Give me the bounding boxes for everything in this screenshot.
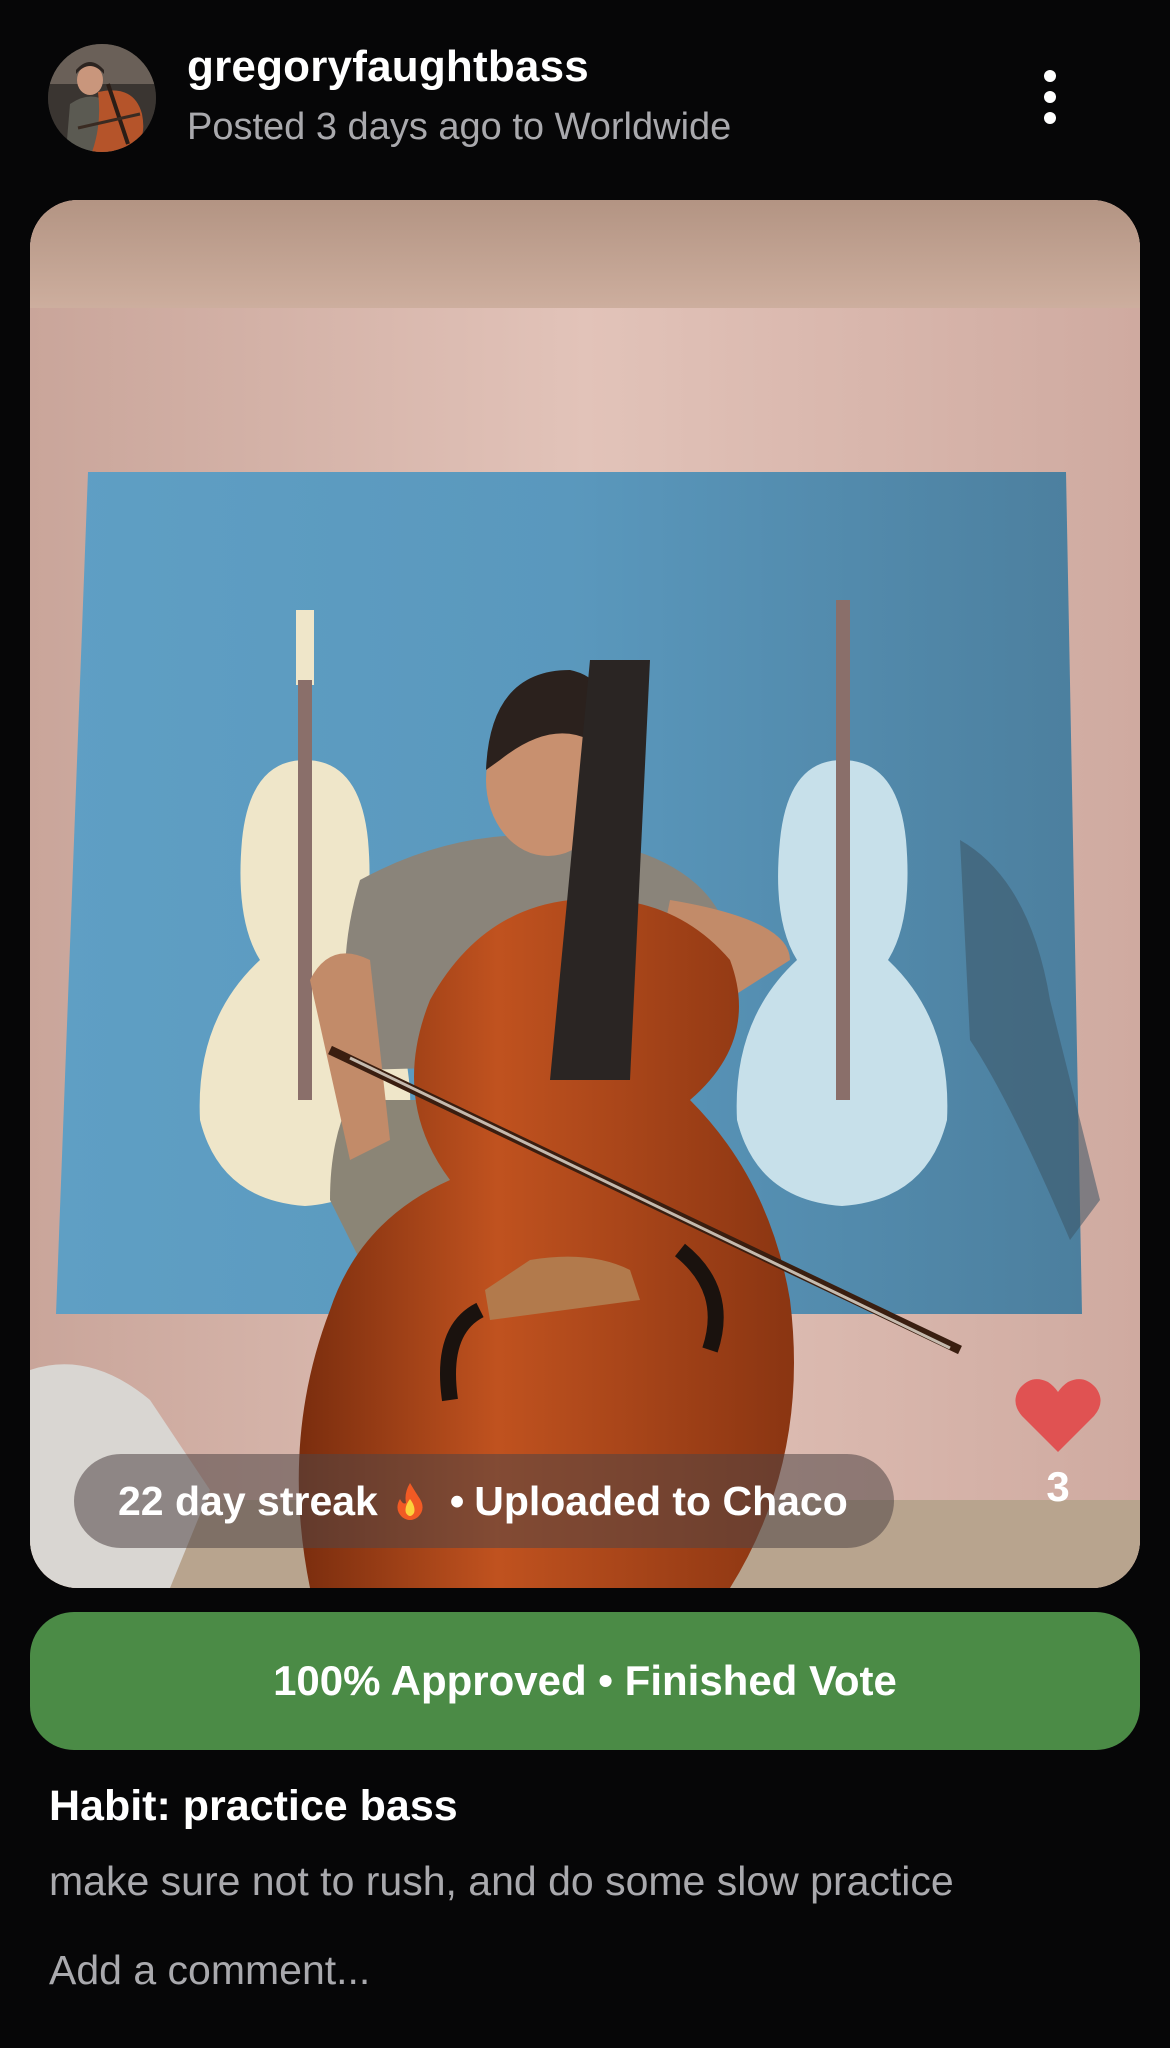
like-area: 3	[1006, 1374, 1110, 1511]
avatar-photo	[48, 44, 156, 152]
streak-text: 22 day streak	[118, 1477, 378, 1524]
post-header: gregoryfaughtbass Posted 3 days ago to W…	[0, 0, 1170, 200]
user-avatar[interactable]	[48, 44, 156, 152]
habit-title: Habit: practice bass	[49, 1782, 458, 1830]
approval-status-bar[interactable]: 100% Approved • Finished Vote	[30, 1612, 1140, 1750]
post-meta: Posted 3 days ago to Worldwide	[187, 106, 732, 148]
upload-destination: Uploaded to Chaco	[474, 1477, 848, 1524]
like-count: 3	[1046, 1463, 1070, 1510]
more-vertical-icon	[1044, 70, 1056, 82]
comment-input[interactable]	[49, 1940, 1119, 2000]
streak-badge: 22 day streak • Uploaded to Chaco	[74, 1454, 894, 1548]
fire-icon	[397, 1483, 423, 1520]
more-options-button[interactable]	[1020, 62, 1080, 132]
separator-dot: •	[449, 1477, 465, 1524]
heart-icon[interactable]	[1014, 1374, 1102, 1454]
username[interactable]: gregoryfaughtbass	[187, 42, 589, 92]
practice-photo	[30, 200, 1140, 1588]
post-photo[interactable]: 22 day streak • Uploaded to Chaco 3	[30, 200, 1140, 1588]
habit-note: make sure not to rush, and do some slow …	[49, 1858, 954, 1904]
approval-text: 100% Approved • Finished Vote	[273, 1657, 897, 1704]
